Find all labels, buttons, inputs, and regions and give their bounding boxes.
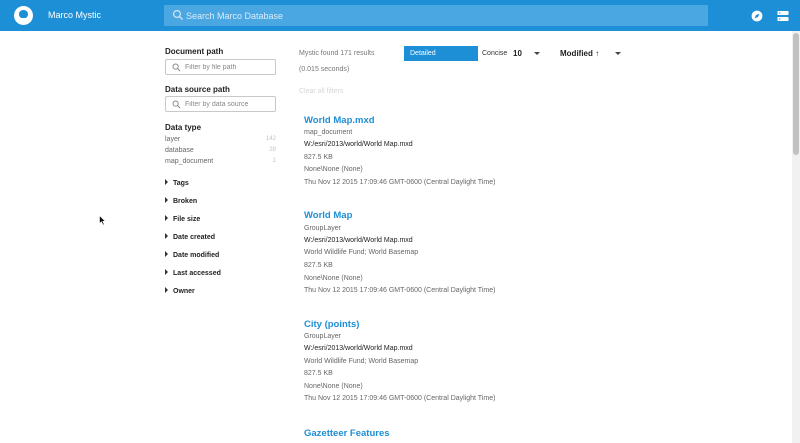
result-type: GroupLayer [304, 333, 341, 340]
caret-right-icon [165, 251, 168, 257]
result-date: Thu Nov 12 2015 17:09:46 GMT-0600 (Centr… [304, 287, 496, 294]
result-size: 827.5 KB [304, 154, 333, 161]
global-search[interactable] [164, 5, 708, 26]
result-owner: None\None (None) [304, 275, 363, 282]
result-date: Thu Nov 12 2015 17:09:46 GMT-0600 (Centr… [304, 179, 496, 186]
facet-count: 142 [265, 136, 276, 142]
sort-select[interactable]: Modified ↑ [560, 46, 599, 61]
facet-item-layer[interactable]: layer 142 [165, 136, 276, 146]
collapsible-date-modified[interactable]: Date modified [165, 251, 219, 261]
data-type-title: Data type [165, 123, 202, 132]
search-icon [172, 100, 181, 109]
result-path: W:/esri/2013/world/World Map.mxd [304, 237, 413, 244]
global-search-input[interactable] [186, 7, 686, 24]
chevron-down-icon[interactable] [615, 52, 621, 55]
data-source-filter-input[interactable] [185, 98, 273, 110]
results-count: Mystic found 171 results [299, 50, 375, 57]
data-source-path-title: Data source path [165, 85, 230, 94]
collapsible-date-created[interactable]: Date created [165, 233, 215, 243]
result-sources: World Wildlife Fund; World Basemap [304, 358, 419, 365]
caret-right-icon [165, 287, 168, 293]
view-detailed-button[interactable]: Detailed [404, 46, 478, 61]
view-concise-button[interactable]: Concise [482, 46, 507, 61]
caret-right-icon [165, 233, 168, 239]
page-scrollbar[interactable] [792, 31, 800, 443]
top-bar: Marco Mystic [0, 0, 800, 31]
result-owner: None\None (None) [304, 166, 363, 173]
app-title[interactable]: Marco Mystic [48, 10, 101, 20]
result-title-link[interactable]: World Map [304, 210, 352, 221]
data-source-filter[interactable] [165, 96, 276, 112]
mouse-cursor-icon [99, 215, 106, 226]
mystic-logo-icon[interactable] [14, 6, 33, 25]
compass-icon[interactable] [751, 10, 763, 22]
clear-filters-link[interactable]: Clear all filters [299, 88, 343, 95]
search-icon [172, 63, 181, 72]
result-path: W:/esri/2013/world/World Map.mxd [304, 141, 413, 148]
facet-count: 28 [269, 147, 276, 153]
result-type: GroupLayer [304, 225, 341, 232]
collapsible-owner[interactable]: Owner [165, 287, 195, 297]
result-owner: None\None (None) [304, 383, 363, 390]
collapsible-last-accessed[interactable]: Last accessed [165, 269, 221, 279]
file-path-filter[interactable] [165, 59, 276, 75]
result-path: W:/esri/2013/world/World Map.mxd [304, 345, 413, 352]
result-title-link[interactable]: World Map.mxd [304, 115, 375, 126]
caret-right-icon [165, 179, 168, 185]
collapsible-tags[interactable]: Tags [165, 179, 189, 189]
facet-label: layer [165, 136, 181, 143]
result-title-link[interactable]: Gazetteer Features [304, 428, 390, 439]
file-path-filter-input[interactable] [185, 61, 273, 73]
collapsible-broken[interactable]: Broken [165, 197, 197, 207]
result-size: 827.5 KB [304, 262, 333, 269]
page-size-select[interactable]: 10 [513, 46, 522, 61]
result-size: 827.5 KB [304, 370, 333, 377]
chevron-down-icon[interactable] [534, 52, 540, 55]
caret-right-icon [165, 215, 168, 221]
result-type: map_document [304, 129, 353, 136]
facet-item-map-document[interactable]: map_document 1 [165, 158, 276, 168]
scrollbar-thumb[interactable] [793, 33, 799, 155]
results-time: (0.015 seconds) [299, 66, 350, 73]
document-path-title: Document path [165, 47, 224, 56]
facet-label: map_document [165, 158, 214, 165]
collapsible-file-size[interactable]: File size [165, 215, 200, 225]
caret-right-icon [165, 269, 168, 275]
facet-count: 1 [272, 158, 276, 164]
facet-item-database[interactable]: database 28 [165, 147, 276, 157]
result-sources: World Wildlife Fund; World Basemap [304, 249, 419, 256]
server-list-icon[interactable] [777, 10, 789, 22]
result-date: Thu Nov 12 2015 17:09:46 GMT-0600 (Centr… [304, 395, 496, 402]
caret-right-icon [165, 197, 168, 203]
search-icon [172, 9, 183, 20]
facet-label: database [165, 147, 194, 154]
result-title-link[interactable]: City (points) [304, 319, 359, 330]
